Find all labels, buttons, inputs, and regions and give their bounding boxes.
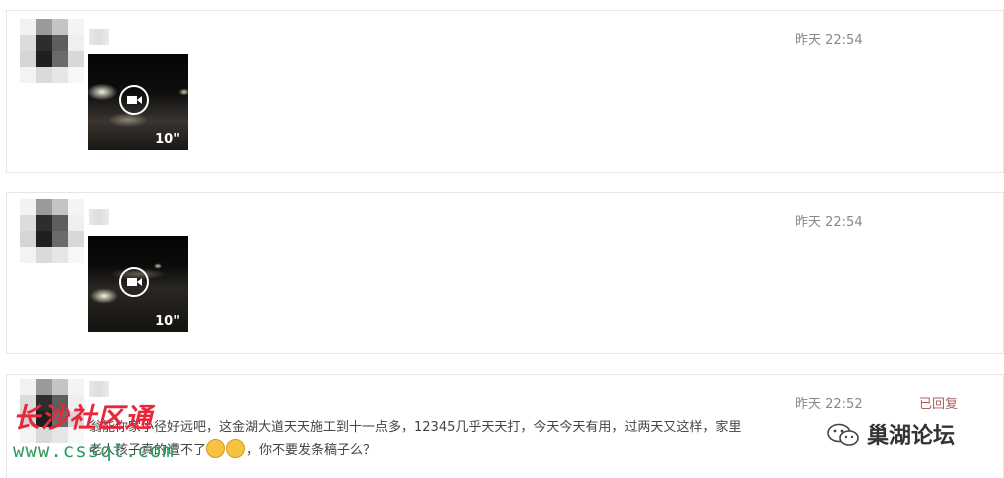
- watermark-forum-name: 巢湖论坛: [867, 424, 956, 449]
- comment-line: 翁能你家小径好远吧，这金湖大道天天施工到十一点多，12345几乎天天打，今天今天…: [89, 420, 742, 435]
- post-time: 昨天 22:54: [795, 215, 863, 230]
- wechat-icon: [827, 423, 859, 446]
- play-video-icon[interactable]: [119, 85, 149, 115]
- play-video-icon[interactable]: [119, 267, 149, 297]
- avatar[interactable]: [20, 199, 84, 263]
- video-thumbnail[interactable]: 10": [88, 54, 188, 150]
- post-time: 昨天 22:54: [795, 33, 863, 48]
- comment-text: 翁能你家小径好远吧，这金湖大道天天施工到十一点多，12345几乎天天打，今天今天…: [89, 417, 809, 462]
- emoji-icon: [206, 439, 226, 458]
- username[interactable]: [89, 29, 109, 45]
- reply-status: 已回复: [919, 397, 959, 412]
- video-thumbnail[interactable]: 10": [88, 236, 188, 332]
- watermark-site-url: www.cssqt.com: [13, 440, 175, 462]
- comment-segment: ，你不要发条稿子么？: [246, 443, 377, 458]
- watermark-site-name: 长沙社区通: [13, 403, 153, 434]
- video-duration: 10": [155, 314, 180, 329]
- post-card: 昨天 22:54 10": [6, 10, 1004, 173]
- comment-line: 老人孩子真的遭不了 ，你不要发条稿子么？: [89, 439, 809, 462]
- watermark-forum: 巢湖论坛: [825, 418, 955, 450]
- avatar[interactable]: [20, 19, 84, 83]
- emoji-icon: [226, 439, 246, 458]
- username[interactable]: [89, 209, 109, 225]
- post-time: 昨天 22:52: [795, 397, 863, 412]
- video-duration: 10": [155, 132, 180, 147]
- post-card: 昨天 22:54 10": [6, 192, 1004, 354]
- username[interactable]: [89, 381, 109, 397]
